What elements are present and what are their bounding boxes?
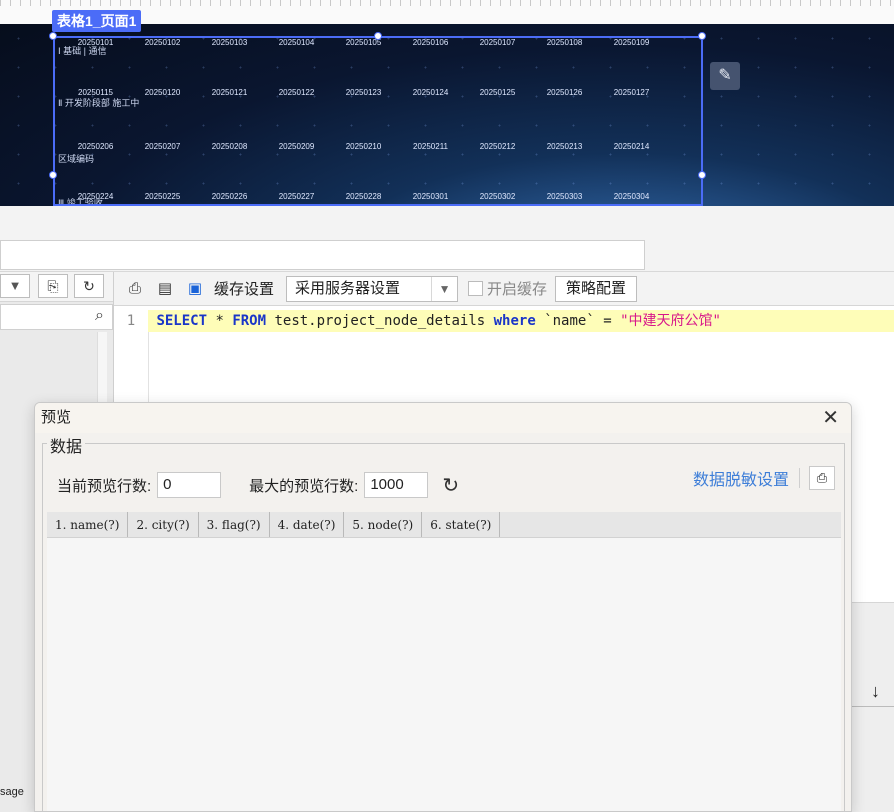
strategy-config-button[interactable]: 策略配置 <box>555 275 638 302</box>
current-rows-label: 当前预览行数: <box>57 477 152 495</box>
chevron-down-icon[interactable]: ▼ <box>431 276 457 301</box>
sql-keyword: SELECT <box>156 313 208 329</box>
preview-table: 1. name(?) 2. city(?) 3. flag(?) 4. date… <box>47 512 841 811</box>
close-icon[interactable]: ✕ <box>822 403 839 433</box>
column-header[interactable]: 2. city(?) <box>128 512 199 537</box>
sql-text: test.project_node_details <box>266 313 494 329</box>
search-icon[interactable]: ⌕ <box>95 307 104 325</box>
pencil-icon[interactable]: ✎ <box>710 62 740 90</box>
max-rows-label: 最大的预览行数: <box>249 477 359 495</box>
column-header[interactable]: 1. name(?) <box>47 512 129 537</box>
cache-settings-label: 缓存设置 <box>214 281 275 298</box>
sql-text: `name` = <box>535 313 621 329</box>
table-header: 1. name(?) 2. city(?) 3. flag(?) 4. date… <box>47 512 841 538</box>
data-masking-link[interactable]: 数据脱敏设置 <box>693 466 789 490</box>
sql-code-line[interactable]: 1 SELECT * FROM test.project_node_detail… <box>114 310 894 332</box>
preview-icon[interactable]: ⎙ <box>124 278 146 300</box>
cache-mode-value: 采用服务器设置 <box>295 279 401 297</box>
tree-toolbar: ▼ ⎘ ↻ <box>0 272 113 302</box>
enable-cache-label: 开启缓存 <box>487 281 548 298</box>
column-header[interactable]: 4. date(?) <box>270 512 345 537</box>
refresh-icon[interactable]: ↻ <box>74 274 104 298</box>
divider <box>851 706 894 707</box>
editor-toolbar: ⎙ ▤ ▣ 缓存设置 采用服务器设置 ▼ 开启缓存 策略配置 <box>114 272 894 306</box>
enable-cache-checkbox[interactable]: 开启缓存 <box>468 278 547 299</box>
resize-handle[interactable] <box>49 32 57 40</box>
tree-search-input[interactable]: ⌕ <box>0 304 113 330</box>
chevron-down-icon[interactable]: ▼ <box>0 274 30 298</box>
cache-icon[interactable]: ▣ <box>184 278 206 300</box>
selection-box[interactable] <box>53 36 703 206</box>
line-number: 1 <box>114 310 148 332</box>
column-header[interactable]: 6. state(?) <box>422 512 501 537</box>
tree-item-label[interactable]: sage <box>0 786 24 798</box>
sql-keyword: FROM <box>232 313 267 329</box>
separator <box>799 468 800 488</box>
preview-icon[interactable]: ⎙ <box>809 466 835 490</box>
sql-text: * <box>207 313 233 329</box>
current-rows-input[interactable]: 0 <box>157 472 222 498</box>
column-header[interactable]: 3. flag(?) <box>199 512 270 537</box>
dialog-titlebar[interactable]: 预览 ✕ <box>35 403 851 433</box>
column-header[interactable]: 5. node(?) <box>344 512 423 537</box>
dataset-icon[interactable]: ⎘ <box>38 274 68 298</box>
selection-tag[interactable]: 表格1_页面1 <box>52 10 142 32</box>
cache-mode-select[interactable]: 采用服务器设置 ▼ <box>286 275 459 302</box>
refresh-icon[interactable]: ↻ <box>442 473 459 498</box>
resize-handle[interactable] <box>49 171 57 179</box>
save-icon[interactable]: ▤ <box>154 278 176 300</box>
dataset-name-band <box>0 206 894 272</box>
right-lower-panel: ↓ <box>851 602 894 812</box>
max-rows-input[interactable]: 1000 <box>364 472 429 498</box>
dialog-title: 预览 <box>41 409 72 426</box>
checkbox-box[interactable] <box>468 281 484 296</box>
sql-string: "中建天府公馆" <box>620 313 721 329</box>
resize-handle[interactable] <box>698 32 706 40</box>
arrow-down-icon[interactable]: ↓ <box>871 681 880 702</box>
resize-handle[interactable] <box>374 32 382 40</box>
resize-handle[interactable] <box>698 171 706 179</box>
group-title: 数据 <box>47 433 86 457</box>
preview-dialog: 预览 ✕ 数据 当前预览行数: 0 最大的预览行数: 1000 ↻ 数据脱敏设置… <box>34 402 852 812</box>
sql-keyword: where <box>493 313 536 329</box>
dataset-name-input[interactable] <box>0 240 645 270</box>
data-groupbox: 数据 当前预览行数: 0 最大的预览行数: 1000 ↻ 数据脱敏设置 ⎙ 1.… <box>42 433 845 811</box>
preview-row-controls: 当前预览行数: 0 最大的预览行数: 1000 ↻ <box>57 472 459 498</box>
